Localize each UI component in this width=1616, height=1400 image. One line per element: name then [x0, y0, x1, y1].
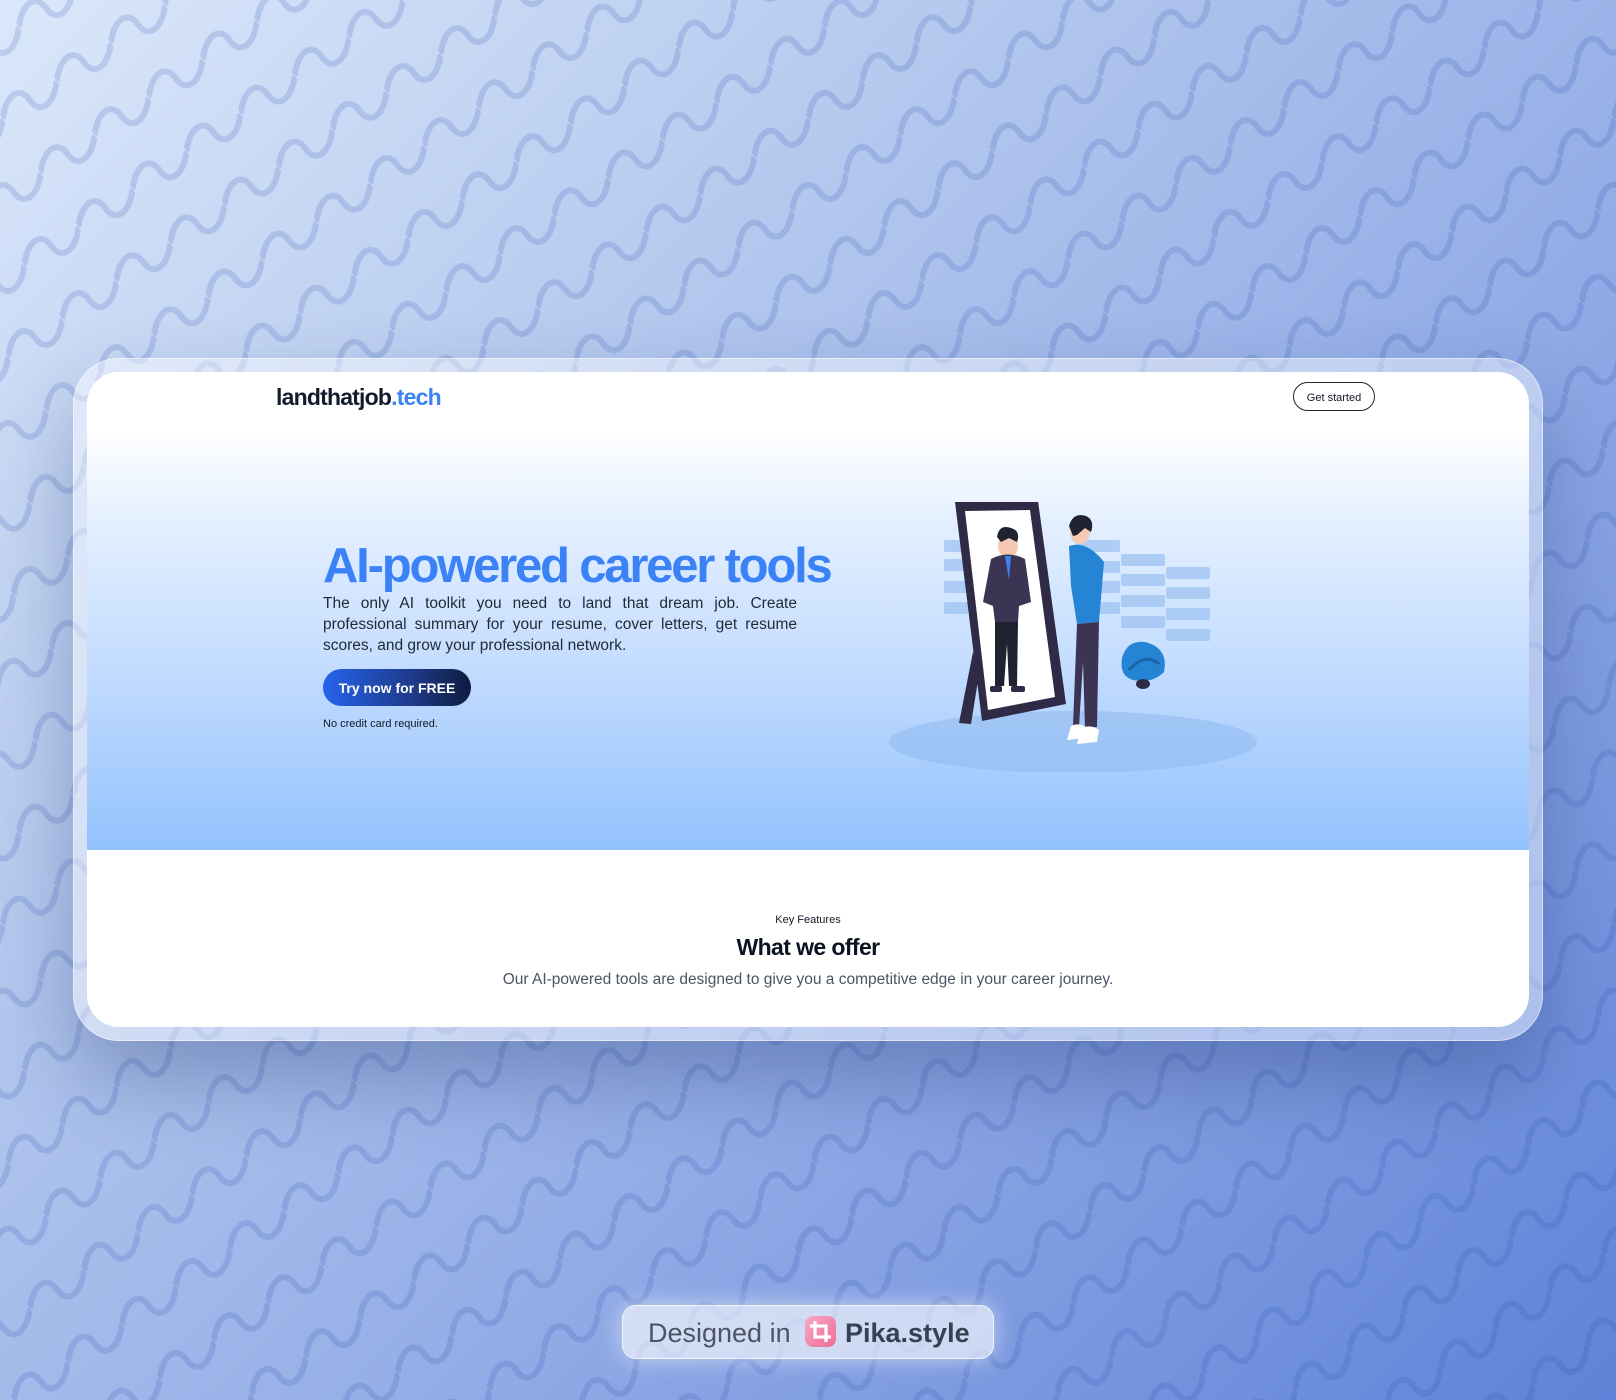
top-nav: landthatjob.tech Get started: [87, 372, 1529, 424]
watermark-brand: Pika.style: [845, 1318, 970, 1348]
brand-tld: .tech: [391, 384, 441, 410]
browser-window: AI-powered career tools The only AI tool…: [87, 372, 1529, 1027]
watermark-prefix: Designed in: [648, 1318, 791, 1348]
get-started-button[interactable]: Get started: [1293, 382, 1375, 411]
crop-icon: [805, 1316, 836, 1347]
pika-watermark: Designed in Pika.style: [622, 1305, 994, 1359]
features-title: What we offer: [736, 934, 881, 960]
brand-name: landthatjob: [276, 384, 392, 410]
features-eyebrow: Key Features: [775, 914, 841, 926]
hero-title: AI-powered career tools: [323, 539, 833, 593]
mirror-illustration: [889, 502, 1257, 772]
no-credit-card-note: No credit card required.: [323, 718, 438, 730]
brand-logo[interactable]: landthatjob.tech: [276, 384, 442, 411]
features-section: Key Features What we offer Our AI-powere…: [87, 850, 1529, 1027]
features-subtitle: Our AI-powered tools are designed to giv…: [502, 971, 1114, 988]
try-free-button[interactable]: Try now for FREE: [323, 669, 471, 706]
hero-section: AI-powered career tools The only AI tool…: [87, 372, 1529, 850]
hero-description: The only AI toolkit you need to land tha…: [323, 595, 797, 654]
